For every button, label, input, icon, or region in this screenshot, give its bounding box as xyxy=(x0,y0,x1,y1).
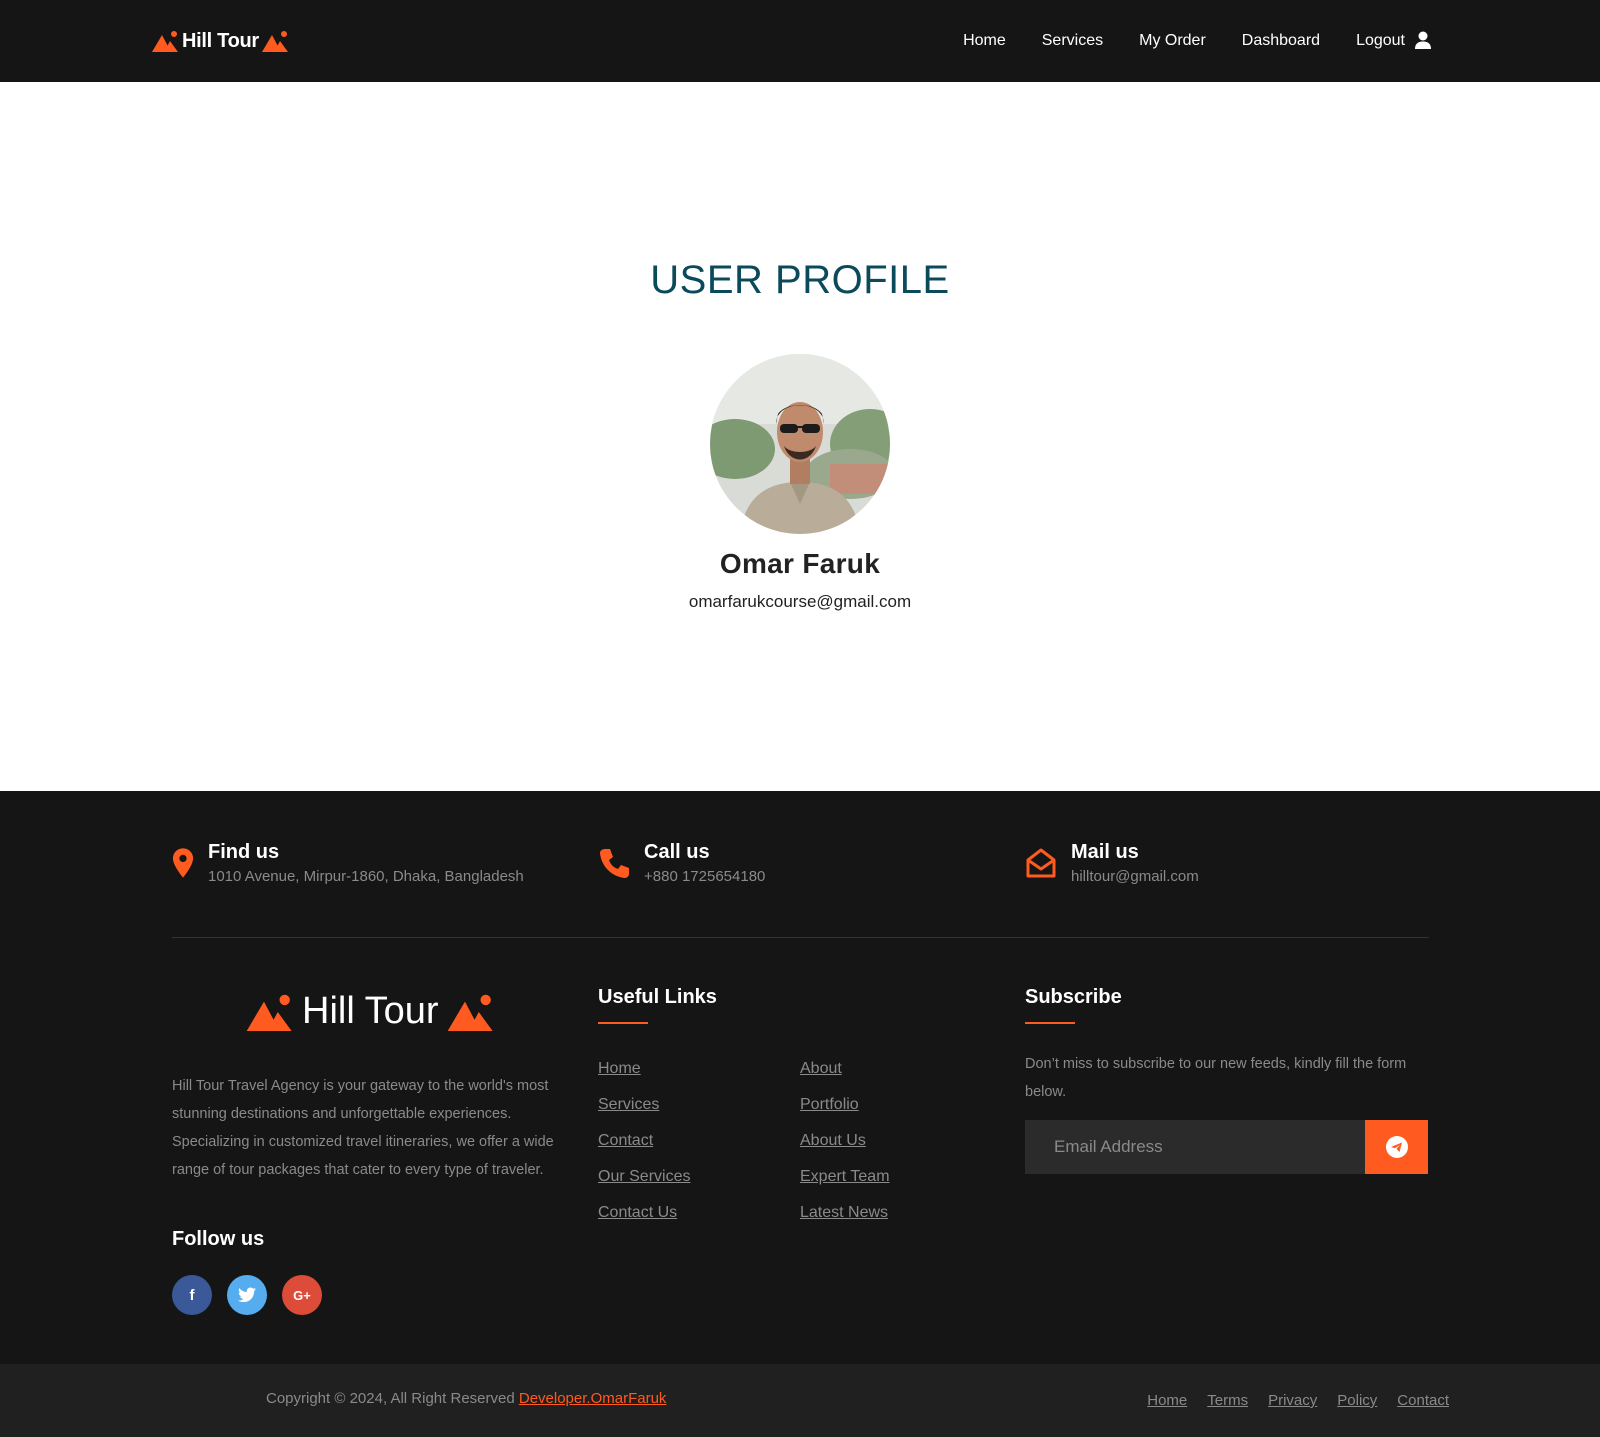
page-title: USER PROFILE xyxy=(650,258,950,302)
footer-logo-text: Hill Tour xyxy=(302,990,439,1032)
subscribe-form xyxy=(1025,1120,1428,1174)
footer-link-our-services[interactable]: Our Services xyxy=(598,1159,690,1195)
mountain-icon xyxy=(246,994,292,1031)
contact-call-us: Call us +880 1725654180 xyxy=(598,840,765,885)
useful-links-underline xyxy=(598,1022,648,1024)
mountain-icon xyxy=(261,31,288,52)
footer-link-latest-news[interactable]: Latest News xyxy=(800,1195,890,1231)
social-links: f G+ xyxy=(172,1275,322,1315)
brand-logo[interactable]: Hill Tour xyxy=(152,27,289,55)
main-nav: Home Services My Order Dashboard Logout xyxy=(927,0,1405,82)
footer-link-about[interactable]: About xyxy=(800,1051,890,1087)
twitter-bird-icon xyxy=(238,1287,256,1303)
nav-services[interactable]: Services xyxy=(1042,32,1103,50)
avatar-photo xyxy=(710,354,890,534)
bottom-link-privacy[interactable]: Privacy xyxy=(1268,1392,1317,1409)
twitter-icon[interactable] xyxy=(227,1275,267,1315)
developer-link[interactable]: Developer.OmarFaruk xyxy=(519,1390,667,1407)
profile-email: omarfarukcourse@gmail.com xyxy=(688,592,912,611)
contact-find-title: Find us xyxy=(208,841,280,863)
brand-name: Hill Tour xyxy=(182,29,259,52)
footer-logo[interactable]: Hill Tour xyxy=(246,990,495,1033)
bottom-links: Home Terms Privacy Policy Contact xyxy=(1147,1392,1449,1409)
footer-link-services[interactable]: Services xyxy=(598,1087,690,1123)
footer-link-portfolio[interactable]: Portfolio xyxy=(800,1087,890,1123)
contact-mail-title: Mail us xyxy=(1071,841,1139,863)
telegram-send-icon xyxy=(1385,1136,1408,1158)
useful-links-right: About Portfolio About Us Expert Team Lat… xyxy=(800,1051,890,1231)
useful-links-left: Home Services Contact Our Services Conta… xyxy=(598,1051,690,1231)
mountain-icon xyxy=(152,31,178,52)
phone-icon xyxy=(600,849,629,878)
nav-logout[interactable]: Logout xyxy=(1356,32,1405,50)
subscribe-title: Subscribe xyxy=(1025,986,1122,1008)
footer-link-home[interactable]: Home xyxy=(598,1051,690,1087)
follow-us-title: Follow us xyxy=(172,1228,265,1250)
useful-links-title: Useful Links xyxy=(598,986,717,1008)
mountain-icon xyxy=(447,994,493,1031)
bottom-link-home[interactable]: Home xyxy=(1147,1392,1187,1409)
bottom-link-terms[interactable]: Terms xyxy=(1207,1392,1248,1409)
avatar xyxy=(710,354,890,534)
facebook-icon[interactable]: f xyxy=(172,1275,212,1315)
envelope-open-icon xyxy=(1026,848,1056,878)
nav-my-order[interactable]: My Order xyxy=(1139,32,1206,50)
contact-find-us: Find us 1010 Avenue, Mirpur-1860, Dhaka,… xyxy=(172,840,524,885)
subscribe-button[interactable] xyxy=(1365,1120,1428,1174)
user-icon[interactable] xyxy=(1413,30,1433,50)
contact-call-title: Call us xyxy=(644,841,710,863)
contact-mail-text: hilltour@gmail.com xyxy=(1071,868,1199,885)
footer-link-about-us[interactable]: About Us xyxy=(800,1123,890,1159)
email-field[interactable] xyxy=(1025,1120,1365,1174)
copyright-text: Copyright © 2024, All Right Reserved xyxy=(266,1390,519,1407)
footer-about-text: Hill Tour Travel Agency is your gateway … xyxy=(172,1078,554,1178)
footer-link-contact[interactable]: Contact xyxy=(598,1123,690,1159)
nav-dashboard[interactable]: Dashboard xyxy=(1242,32,1320,50)
footer-link-expert-team[interactable]: Expert Team xyxy=(800,1159,890,1195)
profile-name: Omar Faruk xyxy=(719,548,881,579)
map-pin-icon xyxy=(172,848,194,878)
nav-home[interactable]: Home xyxy=(963,32,1006,50)
contact-call-text: +880 1725654180 xyxy=(644,868,766,885)
subscribe-underline xyxy=(1025,1022,1075,1024)
contact-mail-us: Mail us hilltour@gmail.com xyxy=(1025,840,1199,885)
bottom-link-policy[interactable]: Policy xyxy=(1337,1392,1377,1409)
footer-divider xyxy=(172,937,1429,938)
contact-find-text: 1010 Avenue, Mirpur-1860, Dhaka, Banglad… xyxy=(208,868,524,885)
subscribe-text: Don’t miss to subscribe to our new feeds… xyxy=(1025,1056,1407,1100)
navbar: Hill Tour Home Services My Order Dashboa… xyxy=(0,0,1600,82)
footer-link-contact-us[interactable]: Contact Us xyxy=(598,1195,690,1231)
google-plus-icon[interactable]: G+ xyxy=(282,1275,322,1315)
bottom-link-contact[interactable]: Contact xyxy=(1397,1392,1449,1409)
copyright: Copyright © 2024, All Right Reserved Dev… xyxy=(266,1390,666,1407)
